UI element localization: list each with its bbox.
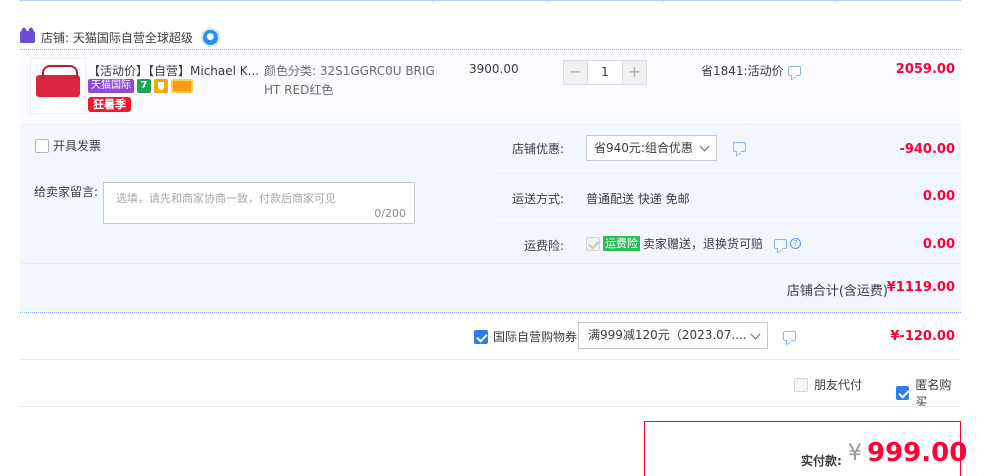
subtotal-label: 店铺合计(含运费) (786, 284, 888, 299)
seller-memo-field[interactable]: 选填，请先和商家协商一致，付款后商家可见 0/200 (103, 182, 415, 224)
comment-icon[interactable] (783, 331, 796, 341)
order-item-row: 【活动价】【自营】Michael K... 天猫国际 7 狂暑季 颜色分类: 3… (20, 50, 961, 121)
shipping-label: 运送方式: (511, 192, 564, 206)
coupon-option[interactable]: 国际自营购物券 (474, 328, 577, 345)
coupon-checkbox[interactable] (474, 329, 488, 344)
freight-insurance-label: 运费险: (523, 239, 564, 253)
options-divider (20, 406, 961, 407)
shop-discount-value: 省940元:组合优惠 (594, 141, 693, 155)
invoice-option[interactable]: 开具发票 (35, 137, 101, 154)
chevron-down-icon (750, 329, 761, 340)
friend-pay-checkbox[interactable] (794, 377, 808, 392)
product-thumbnail[interactable] (30, 58, 86, 114)
anonymous-purchase-checkbox[interactable] (896, 386, 910, 400)
shipping-row: 运送方式: 普通配送 快递 免邮 0.00 (492, 171, 961, 220)
shop-icon (20, 31, 35, 43)
payment-total-box: 实付款: ¥ 999.00 (644, 421, 967, 476)
quantity-input[interactable]: 1 (588, 60, 622, 85)
shop-name[interactable]: 店铺: 天猫国际自营全球超级 (41, 29, 193, 46)
chat-icon[interactable]: ● (202, 29, 218, 45)
coupon-amount: ¥-120.00 (890, 329, 955, 344)
quantity-decrease-button[interactable]: − (563, 60, 588, 85)
comment-icon[interactable] (733, 142, 746, 152)
order-options-panel: 开具发票 给卖家留言: 选填，请先和商家协商一致，付款后商家可见 0/200 店… (20, 123, 961, 263)
payment-amount: 999.00 (867, 438, 968, 468)
shop-discount-label: 店铺优惠: (511, 142, 564, 156)
comment-icon[interactable] (774, 238, 788, 249)
coupon-row: 国际自营购物券 满999减120元（2023.07.... ¥-120.00 (20, 313, 961, 359)
item-total: 2059.00 (895, 62, 955, 77)
friend-pay-option[interactable]: 朋友代付 (794, 376, 862, 393)
coupon-select[interactable]: 满999减120元（2023.07.... (578, 322, 768, 349)
friend-pay-label: 朋友代付 (814, 378, 863, 392)
coupon-label: 国际自营购物券 (493, 330, 578, 344)
handbag-image (36, 65, 80, 97)
freight-insurance-row: 运费险: 运费险 卖家赠送，退换货可赔 ? 0.00 (492, 220, 961, 263)
shop-subtotal-row: 店铺合计(含运费) ¥1119.00 (20, 263, 961, 311)
freight-insurance-amount: 0.00 (922, 237, 955, 252)
shop-charges: 店铺优惠: 省940元:组合优惠 -940.00 运送方式: 普通配送 快递 免… (492, 123, 961, 263)
product-title[interactable]: 【活动价】【自营】Michael K... (88, 62, 258, 79)
freight-insurance-option: 运费险 卖家赠送，退换货可赔 ? (586, 235, 802, 252)
anonymous-purchase-label: 匿名购买 (915, 378, 952, 409)
memo-placeholder: 选填，请先和商家协商一致，付款后商家可见 (116, 192, 336, 205)
memo-label: 给卖家留言: (34, 185, 99, 199)
invoice-checkbox[interactable] (35, 138, 49, 153)
shop-discount-select[interactable]: 省940元:组合优惠 (586, 135, 717, 161)
payment-label: 实付款: (801, 454, 842, 468)
summer-sale-badge: 狂暑季 (88, 97, 131, 112)
tmall-international-tag: 天猫国际 (88, 79, 134, 93)
payment-currency: ¥ (848, 441, 862, 466)
shipping-amount: 0.00 (922, 189, 955, 204)
product-tags: 天猫国际 7 (88, 79, 193, 93)
freight-insurance-badge: 运费险 (603, 236, 640, 251)
shipping-method: 普通配送 快递 免邮 (586, 192, 690, 206)
guarantee-icon (154, 79, 168, 93)
saving-text: 省1841:活动价 (701, 64, 784, 78)
comment-icon[interactable] (787, 65, 801, 76)
buyer-options: 开具发票 给卖家留言: 选填，请先和商家协商一致，付款后商家可见 0/200 (20, 123, 490, 263)
chevron-down-icon (699, 141, 710, 152)
shop-header: 店铺: 天猫国际自营全球超级 ● (20, 26, 218, 48)
top-divider (20, 0, 961, 2)
quantity-increase-button[interactable]: + (622, 60, 647, 85)
memo-char-counter: 0/200 (374, 207, 406, 220)
freight-insurance-checkbox (586, 236, 600, 251)
freight-insurance-text: 卖家赠送，退换货可赔 (643, 237, 764, 251)
invoice-label: 开具发票 (53, 139, 102, 153)
product-sku: 颜色分类: 32S1GGRC0U BRIGHT RED红色 (264, 64, 435, 97)
payment-options-row: 朋友代付 匿名购买 (20, 360, 961, 409)
subtotal-amount: ¥1119.00 (886, 280, 955, 295)
credit-card-icon (171, 79, 193, 93)
shop-discount-amount: -940.00 (899, 142, 955, 157)
help-icon[interactable]: ? (790, 238, 802, 249)
anonymous-purchase-option[interactable]: 匿名购买 (896, 376, 961, 410)
item-saving: 省1841:活动价 (701, 62, 801, 79)
quantity-stepper: − 1 + (563, 60, 647, 85)
coupon-value: 满999减120元（2023.07.... (588, 328, 747, 342)
seven-day-return-tag: 7 (137, 79, 151, 93)
shop-discount-row: 店铺优惠: 省940元:组合优惠 -940.00 (492, 123, 961, 171)
unit-price: 3900.00 (469, 62, 519, 76)
